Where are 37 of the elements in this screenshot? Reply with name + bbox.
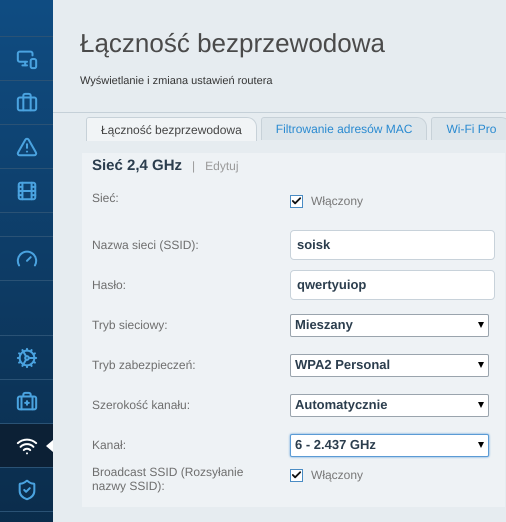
dropdown[interactable]: 6 - 2.437 GHz xyxy=(290,434,489,456)
shield-icon xyxy=(16,478,38,500)
pointer-icon xyxy=(46,440,53,452)
gauge-icon xyxy=(16,248,38,270)
page-subtitle: Wyświetlanie i zmiana ustawień routera xyxy=(80,74,274,89)
caret-icon xyxy=(478,322,484,328)
checkbox-label: Włączony xyxy=(311,193,364,210)
warning-triangle-icon xyxy=(16,136,38,158)
field-label: Tryb zabezpieczeń: xyxy=(92,358,197,372)
field-label: Kanał: xyxy=(92,438,128,452)
sidebar-item[interactable] xyxy=(0,424,53,468)
checkbox[interactable] xyxy=(290,468,303,482)
panel-title: Sieć 2,4 GHz xyxy=(92,156,182,176)
briefcase-icon xyxy=(16,92,38,114)
tab[interactable]: Łączność bezprzewodowa xyxy=(86,117,257,141)
input-field[interactable]: soisk xyxy=(290,230,495,260)
caret-icon xyxy=(478,442,484,448)
input-field[interactable]: qwertyuiop xyxy=(290,270,495,300)
field-label: Hasło: xyxy=(92,278,128,292)
separator: | xyxy=(192,158,196,175)
dropdown[interactable]: Automatycznie xyxy=(290,394,489,416)
field-label: Tryb sieciowy: xyxy=(92,318,169,332)
page-title: Łączność bezprzewodowa xyxy=(80,27,386,60)
caret-icon xyxy=(478,402,484,408)
checkbox-label: Włączony xyxy=(311,467,364,484)
first-aid-kit-icon xyxy=(16,390,38,412)
field-label: Szerokość kanału: xyxy=(92,398,192,412)
dropdown[interactable]: WPA2 Personal xyxy=(290,354,489,376)
dropdown[interactable]: Mieszany xyxy=(290,314,489,336)
gears-icon xyxy=(16,346,38,368)
film-icon xyxy=(16,180,38,202)
field-label: Nazwa sieci (SSID): xyxy=(92,238,200,252)
caret-icon xyxy=(478,362,484,368)
checkbox[interactable] xyxy=(290,194,303,208)
field-label: Sieć: xyxy=(92,191,120,205)
devices-icon xyxy=(16,48,38,70)
field-label: Broadcast SSID (Rozsyłanie nazwy SSID): xyxy=(92,465,244,493)
